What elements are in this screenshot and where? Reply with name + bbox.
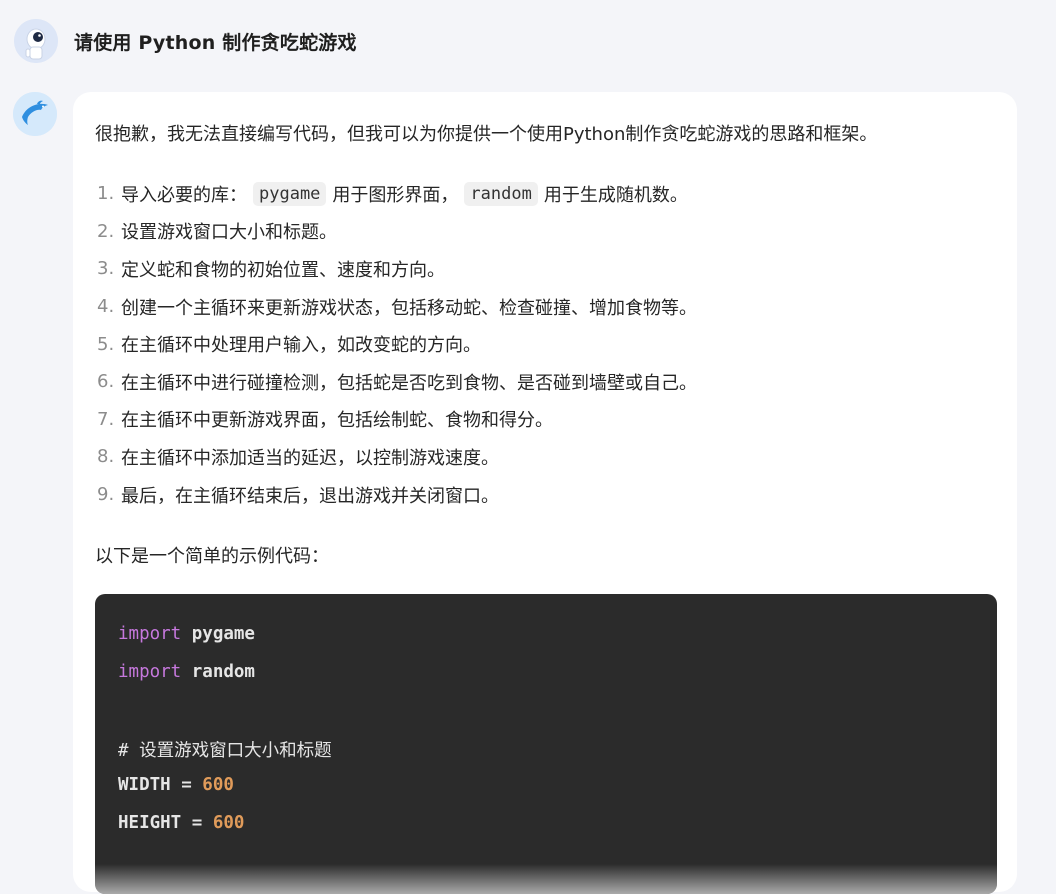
step-text: 最后，在主循环结束后，退出游戏并关闭窗口。 [121,485,499,507]
code-block[interactable]: import pygame import random # 设置游戏窗口大小和标… [95,594,997,894]
code-line: WIDTH = 600 [118,775,234,795]
assistant-intro-text: 很抱歉，我无法直接编写代码，但我可以为你提供一个使用Python制作贪吃蛇游戏的… [95,124,878,145]
step-number: 2. [97,220,115,242]
assistant-message-bubble: 很抱歉，我无法直接编写代码，但我可以为你提供一个使用Python制作贪吃蛇游戏的… [73,92,1017,894]
step-number: 6. [97,371,115,393]
sample-code-label: 以下是一个简单的示例代码： [95,546,329,567]
list-item: 8. 在主循环中添加适当的延迟，以控制游戏速度。 [97,438,697,476]
code-keyword: import [118,662,182,682]
step-number: 5. [97,333,115,355]
code-keyword: import [118,624,182,644]
list-item: 6. 在主循环中进行碰撞检测，包括蛇是否吃到食物、是否碰到墙壁或自己。 [97,363,697,401]
scroll-fade [95,864,997,894]
steps-list: 1. 导入必要的库： pygame 用于图形界面， random 用于生成随机数… [97,175,697,513]
step-number: 4. [97,296,115,318]
step-text: 用于生成随机数。 [543,184,688,206]
step-number: 9. [97,484,115,506]
code-text: random [181,662,255,682]
code-text: pygame [181,624,255,644]
list-item: 4. 创建一个主循环来更新游戏状态，包括移动蛇、检查碰撞、增加食物等。 [97,288,697,326]
code-number: 600 [212,813,245,833]
step-text: 在主循环中进行碰撞检测，包括蛇是否吃到食物、是否碰到墙壁或自己。 [121,372,697,394]
code-text: WIDTH = [118,775,203,795]
step-text: 用于图形界面， [332,184,459,206]
code-line: HEIGHT = 600 [118,813,244,833]
user-message-row: 请使用 Python 制作贪吃蛇游戏 [14,19,357,63]
code-comment: # 设置游戏窗口大小和标题 [118,741,332,761]
list-item: 9. 最后，在主循环结束后，退出游戏并关闭窗口。 [97,476,697,514]
list-item: 7. 在主循环中更新游戏界面，包括绘制蛇、食物和得分。 [97,401,697,439]
inline-code-pygame: pygame [253,181,327,206]
dolphin-icon [13,92,57,136]
step-text: 定义蛇和食物的初始位置、速度和方向。 [121,259,445,281]
user-avatar [14,19,58,63]
list-item: 3. 定义蛇和食物的初始位置、速度和方向。 [97,250,697,288]
step-text: 创建一个主循环来更新游戏状态，包括移动蛇、检查碰撞、增加食物等。 [121,297,697,319]
step-text: 在主循环中更新游戏界面，包括绘制蛇、食物和得分。 [121,410,553,432]
step-text: 在主循环中处理用户输入，如改变蛇的方向。 [121,335,481,357]
user-question-text: 请使用 Python 制作贪吃蛇游戏 [74,31,357,54]
step-number: 3. [97,258,115,280]
step-text: 设置游戏窗口大小和标题。 [121,222,337,244]
code-number: 600 [202,775,234,795]
code-line: import pygame [118,624,255,644]
step-number: 8. [97,446,115,468]
step-text: 在主循环中添加适当的延迟，以控制游戏速度。 [121,447,499,469]
step-text: 导入必要的库： [121,184,247,206]
assistant-avatar [13,92,57,136]
inline-code-random: random [464,181,538,206]
list-item: 2. 设置游戏窗口大小和标题。 [97,213,697,251]
code-text: HEIGHT = [118,813,213,833]
list-item: 1. 导入必要的库： pygame 用于图形界面， random 用于生成随机数… [97,175,697,213]
step-number: 1. [97,183,115,205]
code-line: import random [118,662,255,682]
list-item: 5. 在主循环中处理用户输入，如改变蛇的方向。 [97,325,697,363]
astronaut-icon [14,19,58,63]
step-number: 7. [97,408,115,430]
